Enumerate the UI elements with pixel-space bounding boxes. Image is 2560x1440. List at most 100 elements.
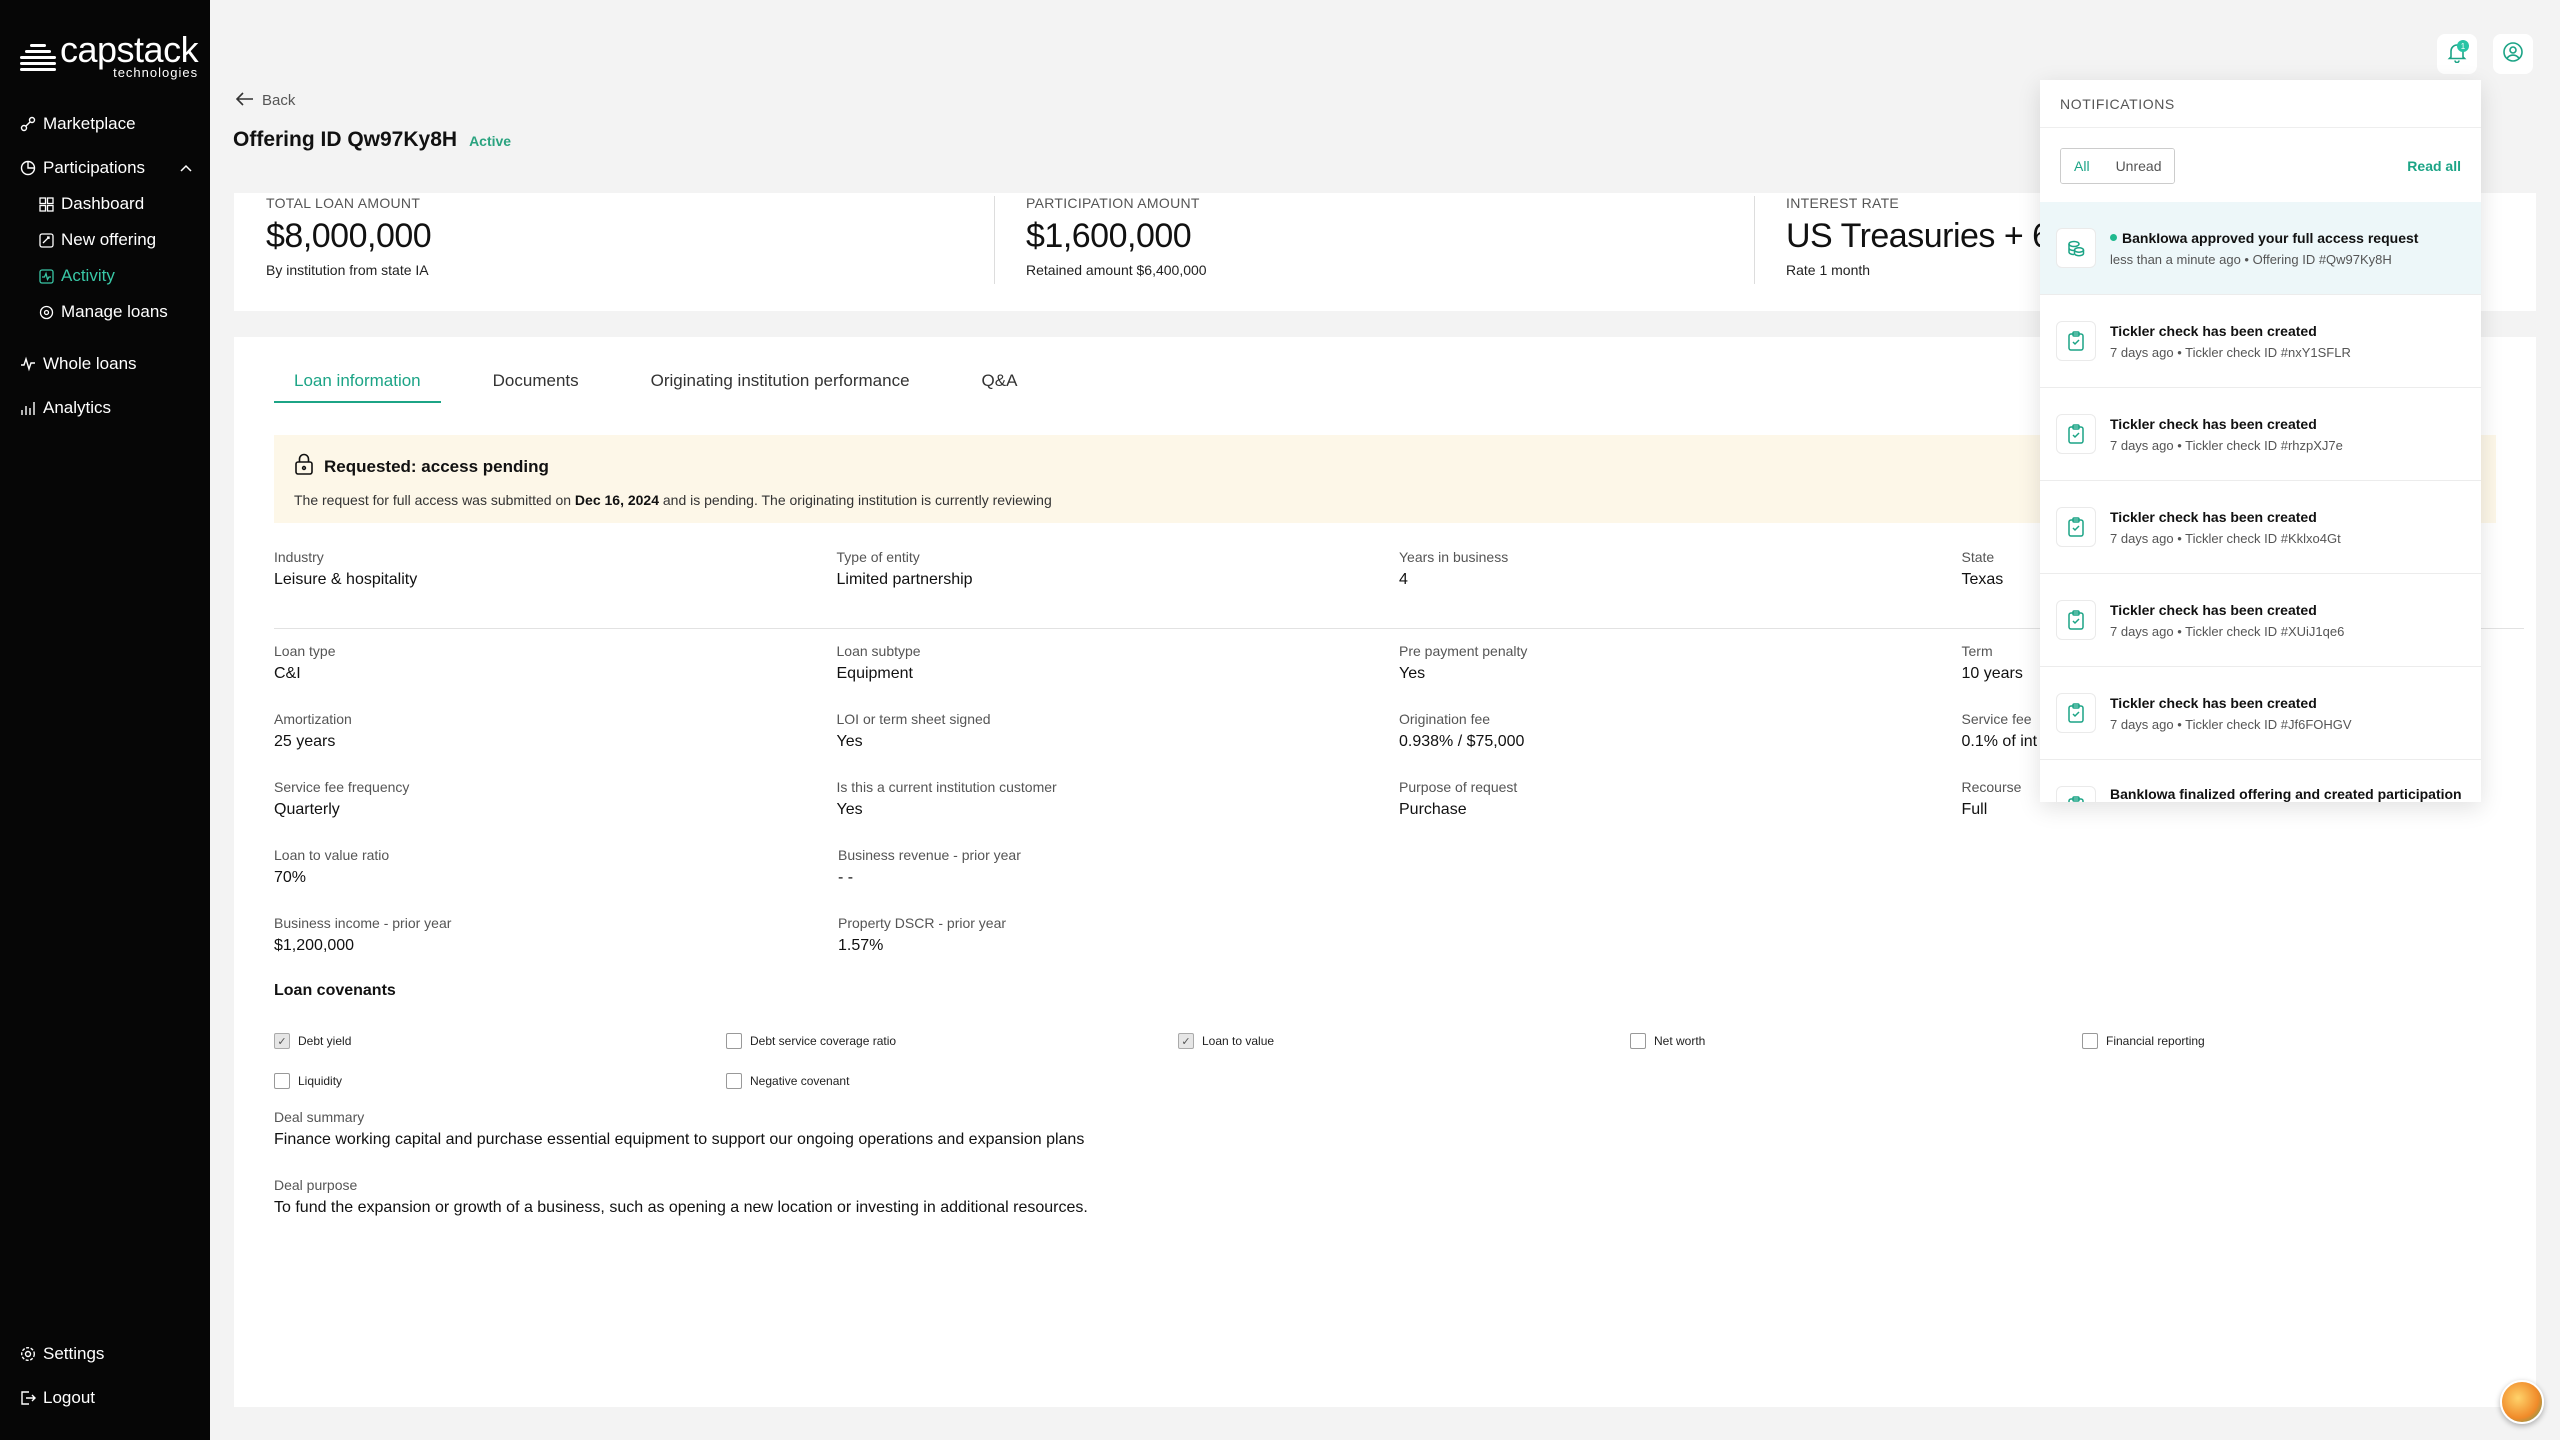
field-value: Equipment <box>836 665 914 682</box>
covenant-label: Financial reporting <box>2106 1034 2205 1048</box>
notification-time: 7 days ago <box>2110 716 2174 732</box>
tab-documents[interactable]: Documents <box>473 371 599 403</box>
manage-loans-icon <box>38 304 54 320</box>
checkbox[interactable] <box>1630 1033 1646 1049</box>
profile-button[interactable] <box>2493 34 2533 74</box>
covenant-negative[interactable]: Negative covenant <box>726 1061 1178 1101</box>
notification-list: BankIowa approved your full access reque… <box>2040 202 2481 802</box>
notification-item[interactable]: BankIowa finalized offering and created … <box>2040 760 2481 802</box>
clipboard-icon <box>2056 693 2096 733</box>
field-purpose-of-request: Purpose of request Purchase <box>1399 779 1962 847</box>
unread-dot <box>2110 234 2117 241</box>
nav-new-offering-label: New offering <box>61 230 157 249</box>
notification-time: 7 days ago <box>2110 623 2174 639</box>
nav-participations[interactable]: Participations <box>20 150 200 186</box>
coins-icon <box>2056 228 2096 268</box>
pending-text-before: The request for full access was submitte… <box>294 492 575 508</box>
tab-bar: Loan information Documents Originating i… <box>274 371 1069 403</box>
back-link[interactable]: Back <box>235 90 295 111</box>
summary-value: $1,600,000 <box>1026 217 1192 255</box>
covenant-financial-reporting[interactable]: Financial reporting <box>2082 1021 2534 1061</box>
field-years-in-business: Years in business 4 <box>1399 549 1962 628</box>
filter-segment: All Unread <box>2060 148 2176 184</box>
covenant-debt-yield[interactable]: ✓ Debt yield <box>274 1021 726 1061</box>
nav-dashboard[interactable]: Dashboard <box>20 186 200 222</box>
field-label: Loan type <box>274 643 336 659</box>
field-entity-type: Type of entity Limited partnership <box>837 549 1400 628</box>
field-label: Loan to value ratio <box>274 847 390 863</box>
notification-item[interactable]: Tickler check has been created 7 days ag… <box>2040 295 2481 388</box>
notifications-button[interactable]: 1 <box>2437 34 2477 74</box>
notification-title: Tickler check has been created <box>2110 601 2317 618</box>
notification-item[interactable]: Tickler check has been created 7 days ag… <box>2040 667 2481 760</box>
tab-loan-information[interactable]: Loan information <box>274 371 441 403</box>
nav-logout[interactable]: Logout <box>20 1376 200 1420</box>
nav-settings[interactable]: Settings <box>20 1332 200 1376</box>
chevron-up-icon[interactable] <box>180 161 192 175</box>
lock-icon <box>294 453 314 480</box>
covenant-liquidity[interactable]: Liquidity <box>274 1061 726 1101</box>
field-row: Loan to value ratio 70% Business revenue … <box>274 847 2524 915</box>
filter-all-button[interactable]: All <box>2061 149 2104 183</box>
summary-label: PARTICIPATION AMOUNT <box>1026 195 1200 211</box>
nav-whole-loans[interactable]: Whole loans <box>20 346 200 382</box>
covenants-grid: ✓ Debt yield Debt service coverage ratio … <box>274 1021 2534 1101</box>
checkbox[interactable] <box>726 1073 742 1089</box>
notification-time: 7 days ago <box>2110 530 2174 546</box>
checkbox[interactable] <box>2082 1033 2098 1049</box>
notification-title: Tickler check has been created <box>2110 322 2317 339</box>
nav-analytics[interactable]: Analytics <box>20 390 200 426</box>
notification-item[interactable]: Tickler check has been created 7 days ag… <box>2040 481 2481 574</box>
covenant-dscr[interactable]: Debt service coverage ratio <box>726 1021 1178 1061</box>
nav-settings-label: Settings <box>43 1344 105 1363</box>
main-nav: Marketplace Participations Dashboard New… <box>20 106 200 426</box>
nav-activity[interactable]: Activity <box>20 258 200 294</box>
nav-new-offering[interactable]: New offering <box>20 222 200 258</box>
nav-manage-loans[interactable]: Manage loans <box>20 294 200 330</box>
notification-meta: 7 days ago • Tickler check ID #rhzpXJ7e <box>2110 437 2343 453</box>
notification-item[interactable]: Tickler check has been created 7 days ag… <box>2040 388 2481 481</box>
notification-ref: Tickler check ID #Kklxo4Gt <box>2185 530 2341 546</box>
field-business-income: Business income - prior year $1,200,000 <box>274 915 838 983</box>
deal-summary-label: Deal summary <box>274 1109 365 1125</box>
notifications-panel: NOTIFICATIONS All Unread Read all BankIo… <box>2040 80 2481 802</box>
covenant-row: ✓ Debt yield Debt service coverage ratio … <box>274 1021 2534 1061</box>
notification-title: Tickler check has been created <box>2110 694 2317 711</box>
field-label: Origination fee <box>1399 711 1491 727</box>
checkbox[interactable] <box>726 1033 742 1049</box>
assistant-avatar[interactable] <box>2500 1380 2544 1424</box>
status-badge: Active <box>469 133 512 149</box>
bar-chart-icon <box>20 400 36 416</box>
notification-item[interactable]: BankIowa approved your full access reque… <box>2040 202 2481 295</box>
nav-participations-label: Participations <box>43 158 146 177</box>
field-value: Quarterly <box>274 801 340 818</box>
field-value: Full <box>1961 801 1988 818</box>
notification-title: Tickler check has been created <box>2110 508 2317 525</box>
deal-purpose-label: Deal purpose <box>274 1177 358 1193</box>
read-all-button[interactable]: Read all <box>2407 158 2461 174</box>
field-value: Leisure & hospitality <box>274 571 418 588</box>
filter-unread-button[interactable]: Unread <box>2102 149 2175 183</box>
pending-title-text: Requested: access pending <box>324 456 549 476</box>
covenant-loan-to-value[interactable]: ✓ Loan to value <box>1178 1021 1630 1061</box>
covenant-net-worth[interactable]: Net worth <box>1630 1021 2082 1061</box>
summary-label: TOTAL LOAN AMOUNT <box>266 195 421 211</box>
field-value: 1.57% <box>838 937 884 954</box>
nav-marketplace[interactable]: Marketplace <box>20 106 200 142</box>
tab-originating-performance[interactable]: Originating institution performance <box>631 371 930 403</box>
field-label: Industry <box>274 549 324 565</box>
checkbox[interactable]: ✓ <box>274 1033 290 1049</box>
notification-ref: Tickler check ID #Jf6FOHGV <box>2185 716 2352 732</box>
notification-ref: Tickler check ID #rhzpXJ7e <box>2185 437 2343 453</box>
clipboard-icon <box>2056 414 2096 454</box>
checkbox[interactable] <box>274 1073 290 1089</box>
logo[interactable]: capstack technologies <box>20 32 199 79</box>
notification-item[interactable]: Tickler check has been created 7 days ag… <box>2040 574 2481 667</box>
notification-count-badge: 1 <box>2457 40 2469 52</box>
tab-qa[interactable]: Q&A <box>962 371 1038 403</box>
field-label: LOI or term sheet signed <box>836 711 991 727</box>
field-label: Property DSCR - prior year <box>838 915 1007 931</box>
sidebar: capstack technologies Marketplace Partic… <box>0 0 210 1440</box>
checkbox[interactable]: ✓ <box>1178 1033 1194 1049</box>
nav-whole-loans-label: Whole loans <box>43 354 137 373</box>
